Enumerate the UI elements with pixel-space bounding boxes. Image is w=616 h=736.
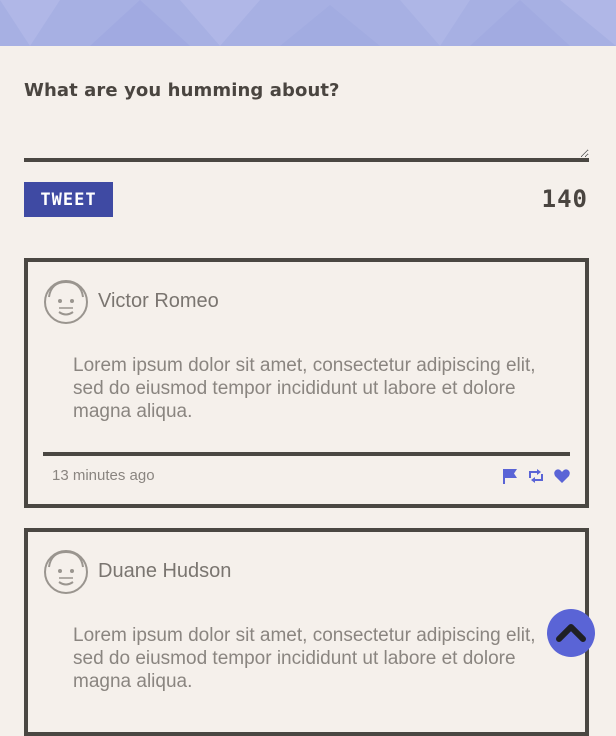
tweet-timestamp: 13 minutes ago (52, 467, 155, 484)
character-counter: 140 (541, 185, 588, 213)
compose-input[interactable] (24, 112, 589, 162)
face-avatar-icon (44, 280, 88, 324)
compose-prompt: What are you humming about? (24, 80, 340, 101)
feed-card: Duane Hudson Lorem ipsum dolor sit amet,… (24, 528, 589, 736)
tweet-author[interactable]: Duane Hudson (98, 560, 231, 583)
tweet-text: Lorem ipsum dolor sit amet, consectetur … (73, 625, 536, 692)
scroll-to-top-button[interactable] (547, 609, 595, 657)
tweet-author[interactable]: Victor Romeo (98, 290, 219, 313)
heart-icon[interactable] (553, 467, 571, 485)
chevron-up-icon (556, 624, 586, 642)
retweet-icon[interactable] (527, 467, 545, 485)
tweet-button[interactable]: Tweet (24, 182, 113, 217)
flag-icon[interactable] (501, 467, 519, 485)
feed-card: Victor Romeo Lorem ipsum dolor sit amet,… (24, 258, 589, 508)
face-avatar-icon (44, 550, 88, 594)
header-banner (0, 0, 616, 46)
tweet-text: Lorem ipsum dolor sit amet, consectetur … (73, 355, 536, 422)
card-divider (43, 452, 570, 456)
tweet-actions (501, 467, 571, 485)
